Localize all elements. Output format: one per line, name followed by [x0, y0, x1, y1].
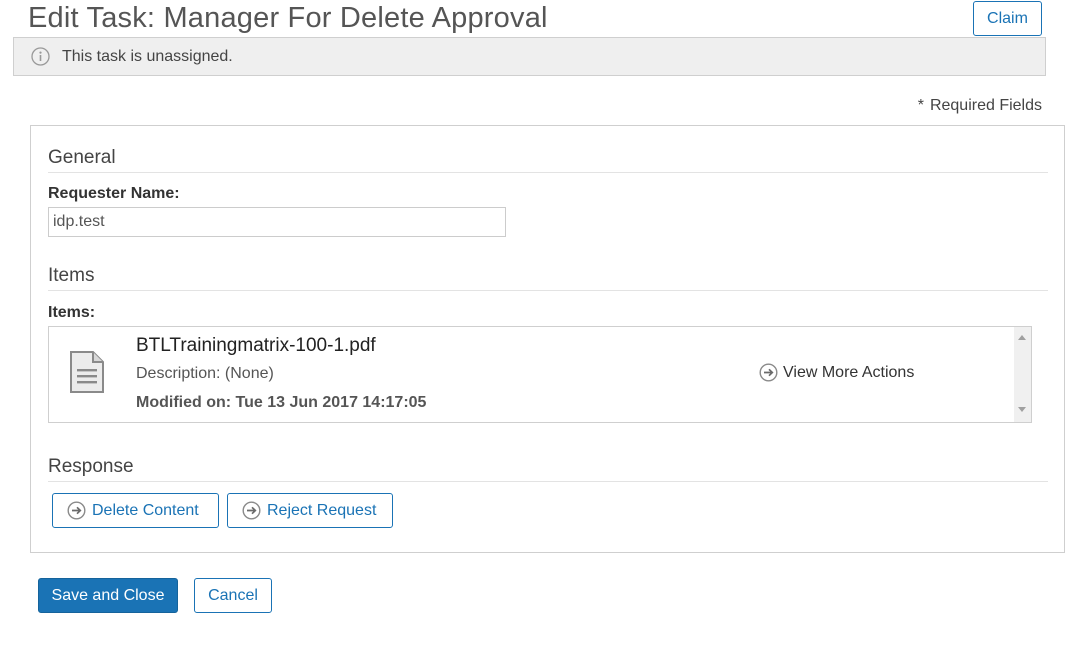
page-title: Edit Task: Manager For Delete Approval	[28, 2, 548, 34]
item-name[interactable]: BTLTrainingmatrix-100-1.pdf	[136, 335, 376, 357]
info-icon	[31, 47, 50, 66]
requester-name-field[interactable]: idp.test	[48, 207, 506, 237]
requester-name-label: Requester Name:	[48, 185, 180, 202]
section-title-response: Response	[48, 456, 134, 477]
items-label: Items:	[48, 304, 96, 321]
scroll-up-arrow-icon[interactable]	[1018, 335, 1026, 340]
arrow-circle-icon	[242, 501, 261, 520]
required-star: *	[917, 97, 924, 114]
scroll-down-arrow-icon[interactable]	[1018, 407, 1026, 412]
delete-content-label: Delete Content	[92, 501, 199, 519]
delete-content-button[interactable]: Delete Content	[52, 493, 219, 528]
view-more-actions-link[interactable]: View More Actions	[759, 363, 914, 382]
item-description: Description: (None)	[136, 365, 274, 382]
reject-request-button[interactable]: Reject Request	[227, 493, 393, 528]
arrow-circle-icon	[759, 363, 778, 382]
notice-text: This task is unassigned.	[62, 47, 233, 65]
section-title-items: Items	[48, 265, 95, 286]
required-fields-note: * Required Fields	[918, 97, 1042, 115]
task-form-panel: General Requester Name: idp.test Items I…	[30, 125, 1065, 553]
items-scrollbar[interactable]	[1014, 327, 1031, 422]
claim-button[interactable]: Claim	[973, 1, 1042, 36]
unassigned-notice: This task is unassigned.	[13, 37, 1046, 76]
document-icon	[69, 351, 105, 393]
item-modified-date: Modified on: Tue 13 Jun 2017 14:17:05	[136, 394, 427, 411]
section-divider	[48, 481, 1048, 482]
section-divider	[48, 172, 1048, 173]
items-list: BTLTrainingmatrix-100-1.pdf Description:…	[48, 326, 1032, 423]
required-fields-label: Required Fields	[929, 97, 1042, 114]
view-more-actions-label: View More Actions	[783, 363, 915, 381]
arrow-circle-icon	[67, 501, 86, 520]
cancel-button[interactable]: Cancel	[194, 578, 272, 613]
save-and-close-button[interactable]: Save and Close	[38, 578, 178, 613]
reject-request-label: Reject Request	[267, 501, 377, 519]
section-divider	[48, 290, 1048, 291]
section-title-general: General	[48, 147, 116, 168]
